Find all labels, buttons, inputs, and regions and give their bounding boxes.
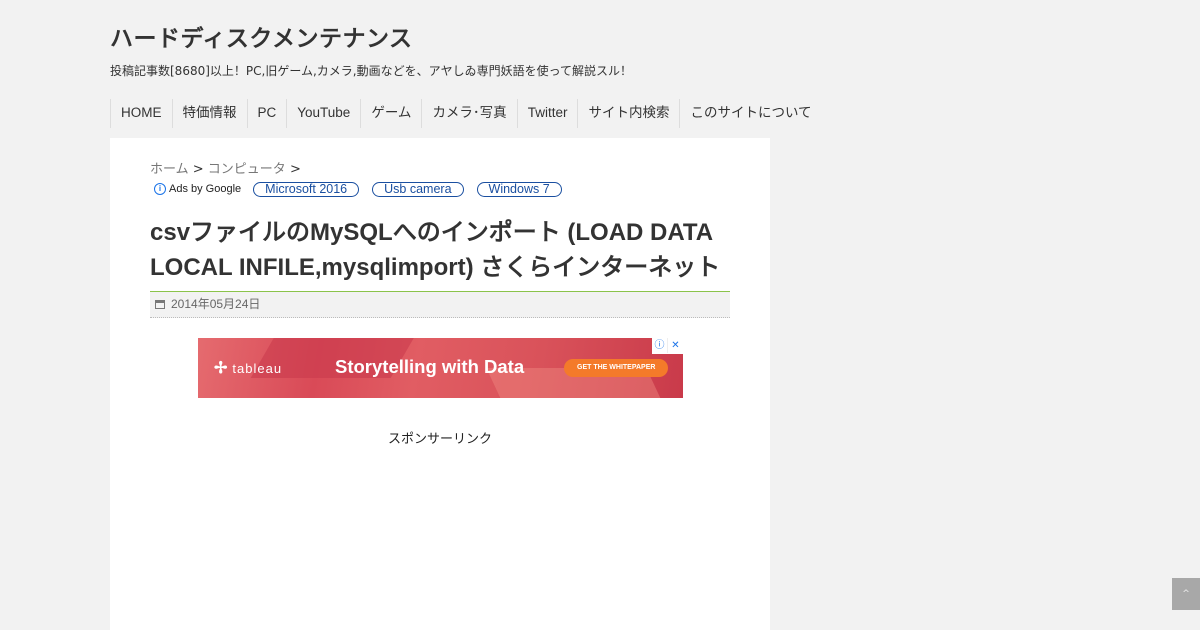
nav-item-label: PC [257,105,277,120]
main-content: ホーム > コンピュータ > i Ads by Google Microsoft… [110,138,770,630]
chevron-up-icon: ^ [1182,589,1190,599]
nav-item-camera[interactable]: カメラ･写真 [421,99,516,128]
ads-label-text: Ads by Google [169,183,242,195]
ad-chip-usb-camera[interactable]: Usb camera [372,181,464,197]
back-to-top-button[interactable]: ^ [1172,578,1200,610]
nav-item-twitter[interactable]: Twitter [516,99,578,128]
ad-chip-windows-7[interactable]: Windows 7 [476,181,562,197]
nav-item-label: カメラ･写真 [432,105,507,120]
banner-headline: Storytelling with Data [335,356,525,377]
nav-item-home[interactable]: HOME [110,99,172,128]
breadcrumb-home-link[interactable]: ホーム [150,162,189,177]
nav-item-site-search[interactable]: サイト内検索 [577,99,679,128]
ad-banner[interactable]: ✢ tableau Storytelling with Data GET THE… [198,338,683,398]
breadcrumb-separator: > [285,162,301,177]
nav-item-label: HOME [121,105,162,120]
post-date: 2014年05月24日 [171,297,261,311]
nav-item-label: 特価情報 [182,105,237,120]
banner-brand: tableau [232,360,283,376]
nav-item-pc[interactable]: PC [246,99,287,128]
tableau-plus-icon: ✢ [214,360,229,377]
ads-by-google-label[interactable]: i Ads by Google [154,183,241,195]
adchoices-info-icon[interactable]: ⓘ [652,338,668,353]
banner-cta-button[interactable]: GET THE WHITEPAPER [564,359,669,377]
ad-chip-microsoft-2016[interactable]: Microsoft 2016 [253,181,360,197]
site-description: 投稿記事数[8680]以上！PC,旧ゲーム,カメラ,動画などを、アヤしゐ専門妖語… [110,64,633,78]
nav-item-about[interactable]: このサイトについて [679,99,821,128]
nav-item-deals[interactable]: 特価情報 [171,99,247,128]
google-ads-bar: i Ads by Google Microsoft 2016 Usb camer… [154,181,575,197]
sponsor-label: スポンサーリンク [387,432,492,447]
nav-item-label: サイト内検索 [588,105,670,120]
tableau-logo: ✢ tableau [214,358,282,378]
nav-item-label: ゲーム [371,105,412,120]
adchoices-close-icon[interactable]: ✕ [668,338,683,353]
nav-item-label: Twitter [527,105,568,120]
breadcrumb-category-link[interactable]: コンピュータ [208,162,286,177]
info-icon: i [154,183,166,195]
breadcrumb-separator: > [188,162,208,177]
nav-item-label: このサイトについて [690,105,812,120]
global-nav: HOME 特価情報 PC YouTube ゲーム カメラ･写真 Twitter … [110,99,822,128]
nav-item-youtube[interactable]: YouTube [286,99,360,128]
post-title: csvファイルのMySQLへのインポート (LOAD DATA LOCAL IN… [150,219,721,281]
calendar-icon [155,300,165,309]
nav-item-game[interactable]: ゲーム [360,99,421,128]
nav-item-label: YouTube [297,105,351,120]
post-meta: 2014年05月24日 [150,291,730,318]
adchoices: ⓘ ✕ [652,338,683,354]
breadcrumb: ホーム > コンピュータ > [150,158,301,177]
site-title[interactable]: ハードディスクメンテナンス [110,19,413,53]
